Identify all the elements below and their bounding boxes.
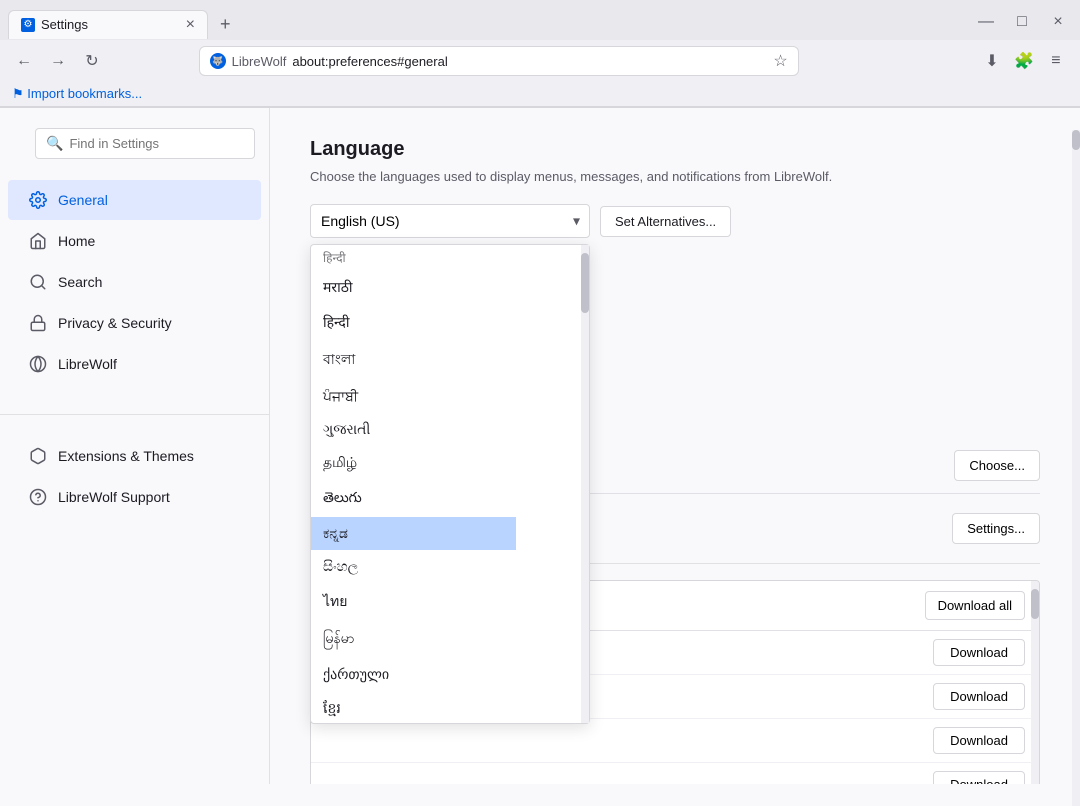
home-icon [28, 231, 48, 251]
dropdown-item-thai[interactable]: ไทย [311, 583, 516, 621]
dropdown-item-tamil[interactable]: தமிழ் [311, 446, 516, 481]
find-in-settings-input-wrapper: 🔍 [35, 128, 255, 159]
settings-tab[interactable]: ⚙ Settings × [8, 10, 208, 39]
forward-button[interactable]: → [44, 47, 72, 75]
gear-icon [28, 190, 48, 210]
download-button-2[interactable]: Download [933, 683, 1025, 710]
tab-favicon: ⚙ [21, 18, 35, 32]
download-all-button[interactable]: Download all [925, 591, 1025, 620]
find-in-settings-input[interactable] [69, 136, 244, 151]
main-layout: 🔍 General [0, 108, 1080, 784]
page-scrollbar-thumb [1072, 130, 1080, 150]
download-icon-button[interactable]: ⬇ [978, 47, 1006, 75]
spellcheck-scrollbar-thumb [1031, 589, 1039, 619]
sidebar-label-home: Home [58, 233, 95, 249]
refresh-button[interactable]: ↻ [78, 47, 106, 75]
minimize-button[interactable]: — [972, 8, 1000, 36]
dropdown-item-telugu[interactable]: తెలుగు [311, 481, 516, 517]
download-button-3[interactable]: Download [933, 727, 1025, 754]
page-scrollbar[interactable] [1072, 130, 1080, 784]
maximize-button[interactable]: □ [1008, 8, 1036, 36]
dropdown-item-myanmar[interactable]: မြန်မာ [311, 621, 516, 658]
language-title: Language [310, 138, 1040, 161]
window-controls: — □ × [972, 8, 1072, 40]
back-button[interactable]: ← [10, 47, 38, 75]
language-controls: English (US) ▾ हिन्दी मराठी हिन्दी বাংলা… [310, 204, 1040, 238]
dropdown-item-punjabi[interactable]: ਪੰਜਾਬੀ [311, 380, 516, 413]
dropdown-item-khmer[interactable]: ខ្មែរ [311, 691, 516, 723]
sidebar: 🔍 General [0, 108, 270, 784]
tab-title: Settings [41, 17, 180, 32]
content-area: Language Choose the languages used to di… [270, 108, 1080, 784]
sidebar-item-privacy[interactable]: Privacy & Security [8, 303, 261, 343]
sidebar-bottom: Extensions & Themes LibreWolf Support [0, 414, 269, 517]
sidebar-label-privacy: Privacy & Security [58, 315, 172, 331]
sidebar-item-general[interactable]: General [8, 180, 261, 220]
sidebar-label-general: General [58, 192, 108, 208]
dropdown-item-bengali[interactable]: বাংলা [311, 340, 516, 380]
sidebar-item-librewolf[interactable]: LibreWolf [8, 344, 261, 384]
dropdown-item-sinhala[interactable]: සිංහල [311, 550, 516, 583]
import-bookmarks-link[interactable]: ⚑ Import bookmarks... [12, 86, 142, 101]
settings-button[interactable]: Settings... [952, 513, 1040, 544]
dropdown-list: हिन्दी मराठी हिन्दी বাংলা ਪੰਜਾਬੀ ગુજરાતી… [311, 245, 516, 723]
find-settings-area: 🔍 [0, 128, 269, 179]
language-description: Choose the languages used to display men… [310, 169, 1040, 184]
sidebar-item-home[interactable]: Home [8, 221, 261, 261]
address-url: about:preferences#general [292, 54, 767, 69]
sidebar-item-extensions[interactable]: Extensions & Themes [8, 436, 261, 476]
sidebar-label-librewolf: LibreWolf [58, 356, 117, 372]
spellcheck-scrollbar[interactable] [1031, 581, 1039, 784]
language-select-wrapper: English (US) ▾ हिन्दी मराठी हिन्दी বাংলা… [310, 204, 590, 238]
sidebar-label-support: LibreWolf Support [58, 489, 170, 505]
bookmarks-bar[interactable]: ⚑ Import bookmarks... [0, 82, 1080, 107]
lock-icon [28, 313, 48, 333]
tab-close-button[interactable]: × [186, 17, 195, 33]
sidebar-label-search: Search [58, 274, 102, 290]
librewolf-icon [28, 354, 48, 374]
nav-right-buttons: ⬇ 🧩 ≡ [978, 47, 1070, 75]
sidebar-nav: General Home Search [0, 180, 269, 384]
language-section: Language Choose the languages used to di… [310, 138, 1040, 784]
spellcheck-row-3: Download [311, 719, 1039, 763]
dropdown-item-georgian[interactable]: ქართული [311, 658, 516, 691]
address-icon: 🐺 [210, 53, 226, 69]
bookmark-star-icon[interactable]: ☆ [773, 51, 787, 71]
dropdown-item-hindi[interactable]: हिन्दी [311, 305, 516, 340]
choose-button[interactable]: Choose... [954, 450, 1040, 481]
new-tab-button[interactable]: + [212, 10, 239, 39]
dropdown-scrollbar[interactable] [581, 245, 589, 723]
download-button-1[interactable]: Download [933, 639, 1025, 666]
dropdown-item-gujarati[interactable]: ગુજરાતી [311, 413, 516, 446]
close-window-button[interactable]: × [1044, 8, 1072, 36]
spellcheck-row-4: Download [311, 763, 1039, 784]
address-brand: LibreWolf [232, 54, 287, 69]
language-dropdown[interactable]: हिन्दी मराठी हिन्दी বাংলা ਪੰਜਾਬੀ ગુજરાતી… [310, 244, 590, 724]
sidebar-item-support[interactable]: LibreWolf Support [8, 477, 261, 517]
sidebar-item-search[interactable]: Search [8, 262, 261, 302]
extensions-button[interactable]: 🧩 [1010, 47, 1038, 75]
dropdown-item-marathi[interactable]: मराठी [311, 270, 516, 305]
dropdown-item-kannada[interactable]: ಕನ್ನಡ [311, 517, 516, 550]
browser-chrome: ⚙ Settings × + — □ × ← → ↻ 🐺 LibreWolf a… [0, 0, 1080, 108]
extensions-icon [28, 446, 48, 466]
nav-bar: ← → ↻ 🐺 LibreWolf about:preferences#gene… [0, 40, 1080, 82]
dropdown-scrollbar-thumb [581, 253, 589, 313]
download-button-4[interactable]: Download [933, 771, 1025, 784]
search-icon [28, 272, 48, 292]
find-icon: 🔍 [46, 135, 63, 152]
sidebar-label-extensions: Extensions & Themes [58, 448, 194, 464]
tab-bar: ⚙ Settings × + — □ × [0, 0, 1080, 40]
address-bar[interactable]: 🐺 LibreWolf about:preferences#general ☆ [199, 46, 799, 76]
set-alternatives-button[interactable]: Set Alternatives... [600, 206, 731, 237]
language-select[interactable]: English (US) [310, 204, 590, 238]
dropdown-item-partial[interactable]: हिन्दी [311, 245, 516, 270]
help-icon [28, 487, 48, 507]
menu-button[interactable]: ≡ [1042, 47, 1070, 75]
